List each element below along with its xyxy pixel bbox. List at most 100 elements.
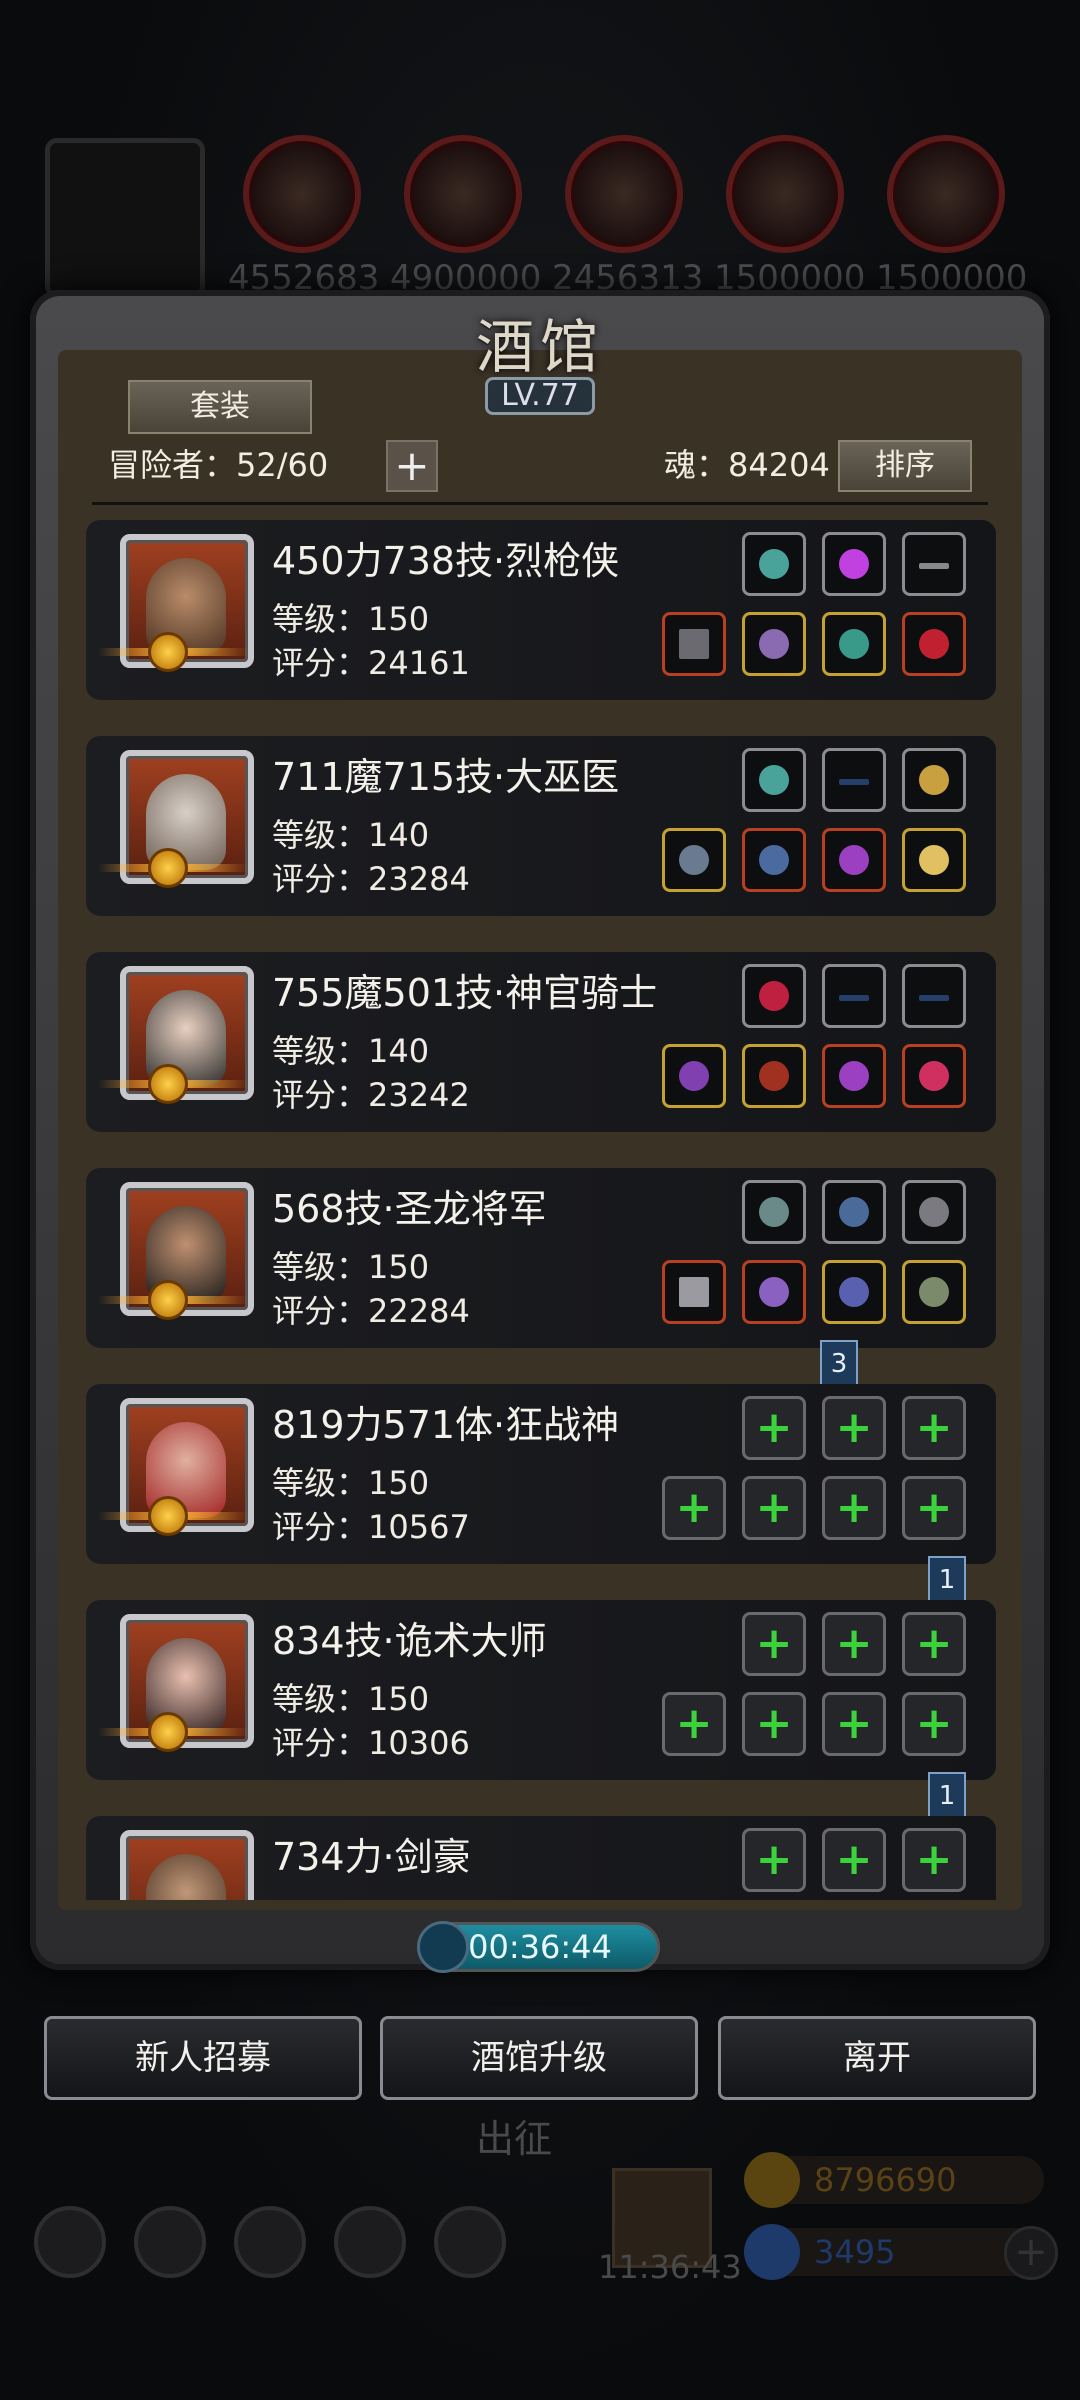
rank-badge-icon bbox=[148, 632, 188, 672]
hero-level: 等级：150 bbox=[272, 1680, 430, 1718]
hero-card[interactable]: 568技·圣龙将军 等级：150 评分：22284 bbox=[86, 1168, 996, 1348]
empty-slot-add-icon[interactable]: + bbox=[822, 1692, 886, 1756]
gem-icon bbox=[744, 2224, 800, 2280]
wood-resource-icon bbox=[404, 135, 522, 253]
suit-button[interactable]: 套装 bbox=[128, 380, 312, 434]
blade-slot-icon[interactable] bbox=[902, 532, 966, 596]
gold-currency: 8796690 bbox=[744, 2152, 1044, 2208]
hero-name: 734力·剑豪 bbox=[272, 1835, 471, 1879]
hero-list[interactable]: 450力738技·烈枪侠 等级：150 评分：24161 711魔715技·大巫… bbox=[86, 520, 996, 1900]
hero-card[interactable]: 834技·诡术大师 等级：150 评分：10306 + + + + + + + bbox=[86, 1600, 996, 1780]
hero-score: 评分：10306 bbox=[272, 1724, 470, 1762]
refresh-timer: 00:36:44 bbox=[417, 1921, 660, 1973]
add-currency-button[interactable]: + bbox=[1004, 2226, 1058, 2280]
hero-score: 评分：22284 bbox=[272, 1292, 470, 1330]
ore-slot-icon[interactable] bbox=[742, 1180, 806, 1244]
sword-slot-icon[interactable] bbox=[662, 1260, 726, 1324]
settings-icon[interactable] bbox=[34, 2206, 106, 2278]
meat-resource-icon bbox=[243, 135, 361, 253]
rank-badge-icon bbox=[148, 1712, 188, 1752]
gem-amount: 3495 bbox=[814, 2233, 896, 2271]
empty-slot-add-icon[interactable]: + bbox=[822, 1396, 886, 1460]
game-clock: 11:36:43 bbox=[598, 2248, 742, 2286]
guild-icon[interactable] bbox=[434, 2206, 506, 2278]
clock-icon bbox=[417, 1921, 469, 1973]
empty-slot-add-icon[interactable]: + bbox=[662, 1692, 726, 1756]
empty-slot-add-icon[interactable]: + bbox=[742, 1396, 806, 1460]
empty-slot-add-icon[interactable]: + bbox=[742, 1828, 806, 1892]
sort-button[interactable]: 排序 bbox=[838, 440, 972, 492]
staff-slot-icon[interactable] bbox=[662, 828, 726, 892]
rune-slot-icon[interactable] bbox=[742, 748, 806, 812]
necklace-slot-icon[interactable] bbox=[902, 1044, 966, 1108]
amulet-slot-icon[interactable] bbox=[822, 1044, 886, 1108]
stone-resource-icon bbox=[565, 135, 683, 253]
bow-slot-icon[interactable] bbox=[822, 964, 886, 1028]
hero-name: 834技·诡术大师 bbox=[272, 1619, 547, 1663]
gem-slot-icon[interactable] bbox=[822, 532, 886, 596]
empty-slot-add-icon[interactable]: + bbox=[822, 1476, 886, 1540]
bow-slot-icon[interactable] bbox=[902, 964, 966, 1028]
robe-slot-icon[interactable] bbox=[742, 828, 806, 892]
leave-button[interactable]: 离开 bbox=[718, 2016, 1036, 2100]
empty-slot-add-icon[interactable]: + bbox=[902, 1396, 966, 1460]
bracelet-slot-icon[interactable] bbox=[822, 612, 886, 676]
timer-value: 00:36:44 bbox=[468, 1928, 612, 1966]
orb-slot-icon[interactable] bbox=[742, 964, 806, 1028]
hero-name: 568技·圣龙将军 bbox=[272, 1187, 547, 1231]
bow-slot-icon[interactable] bbox=[822, 748, 886, 812]
amulet-slot-icon[interactable] bbox=[822, 828, 886, 892]
ring-slot-icon[interactable] bbox=[902, 612, 966, 676]
empty-slot-add-icon[interactable]: + bbox=[742, 1612, 806, 1676]
lantern-slot-icon[interactable] bbox=[902, 748, 966, 812]
weapon-slot-icon[interactable] bbox=[662, 612, 726, 676]
empty-slot-add-icon[interactable]: + bbox=[902, 1476, 966, 1540]
add-adventurer-slot-button[interactable]: + bbox=[386, 440, 438, 492]
empty-slot-add-icon[interactable]: + bbox=[822, 1612, 886, 1676]
rune-slot-icon[interactable] bbox=[742, 532, 806, 596]
header-divider bbox=[92, 502, 988, 505]
empty-slot-add-icon[interactable]: + bbox=[902, 1828, 966, 1892]
achievement-icon[interactable] bbox=[134, 2206, 206, 2278]
emblem-slot-icon[interactable] bbox=[902, 1180, 966, 1244]
amulet-slot-icon[interactable] bbox=[822, 1260, 886, 1324]
scepter-slot-icon[interactable] bbox=[662, 1044, 726, 1108]
shield-slot-icon[interactable] bbox=[902, 1260, 966, 1324]
rank-badge-icon bbox=[148, 1496, 188, 1536]
hero-level: 等级：150 bbox=[272, 1248, 430, 1286]
rank-badge-icon bbox=[148, 848, 188, 888]
tavern-level-badge: LV.77 bbox=[485, 377, 595, 415]
game-screen: 4552683 4900000 2456313 1500000 1500000 … bbox=[0, 0, 1080, 2400]
hero-level: 等级：150 bbox=[272, 600, 430, 638]
upgrade-tavern-button[interactable]: 酒馆升级 bbox=[380, 2016, 698, 2100]
shop-icon[interactable] bbox=[234, 2206, 306, 2278]
hero-card[interactable]: 755魔501技·神官骑士 等级：140 评分：23242 bbox=[86, 952, 996, 1132]
recruit-button[interactable]: 新人招募 bbox=[44, 2016, 362, 2100]
player-avatar[interactable] bbox=[45, 138, 205, 298]
gem-currency: 3495 bbox=[744, 2224, 1044, 2280]
empty-slot-add-icon[interactable]: + bbox=[902, 1692, 966, 1756]
hero-name: 711魔715技·大巫医 bbox=[272, 755, 620, 799]
hero-card[interactable]: 734力·剑豪 + + + bbox=[86, 1816, 996, 1900]
shield-slot-icon[interactable] bbox=[902, 828, 966, 892]
hero-name: 755魔501技·神官骑士 bbox=[272, 971, 658, 1015]
empty-slot-add-icon[interactable]: + bbox=[742, 1692, 806, 1756]
empty-slot-add-icon[interactable]: + bbox=[742, 1476, 806, 1540]
armor-slot-icon[interactable] bbox=[742, 1044, 806, 1108]
mail-icon[interactable] bbox=[334, 2206, 406, 2278]
pendant-slot-icon[interactable] bbox=[822, 1180, 886, 1244]
hero-score: 评分：23242 bbox=[272, 1076, 470, 1114]
empty-slot-add-icon[interactable]: + bbox=[902, 1612, 966, 1676]
empty-slot-add-icon[interactable]: + bbox=[662, 1476, 726, 1540]
adventurer-count: 冒险者：52/60 bbox=[108, 446, 329, 484]
armor-slot-icon[interactable] bbox=[742, 1260, 806, 1324]
hero-card[interactable]: 450力738技·烈枪侠 等级：150 评分：24161 bbox=[86, 520, 996, 700]
hero-card[interactable]: 819力571体·狂战神 等级：150 评分：10567 + + + + + +… bbox=[86, 1384, 996, 1564]
hero-level: 等级：140 bbox=[272, 1032, 430, 1070]
soul-count: 魂：84204 bbox=[664, 446, 830, 484]
empty-slot-add-icon[interactable]: + bbox=[822, 1828, 886, 1892]
armor-slot-icon[interactable] bbox=[742, 612, 806, 676]
hero-card[interactable]: 711魔715技·大巫医 等级：140 评分：23284 bbox=[86, 736, 996, 916]
hero-score: 评分：10567 bbox=[272, 1508, 470, 1546]
crystal-resource-icon bbox=[726, 135, 844, 253]
